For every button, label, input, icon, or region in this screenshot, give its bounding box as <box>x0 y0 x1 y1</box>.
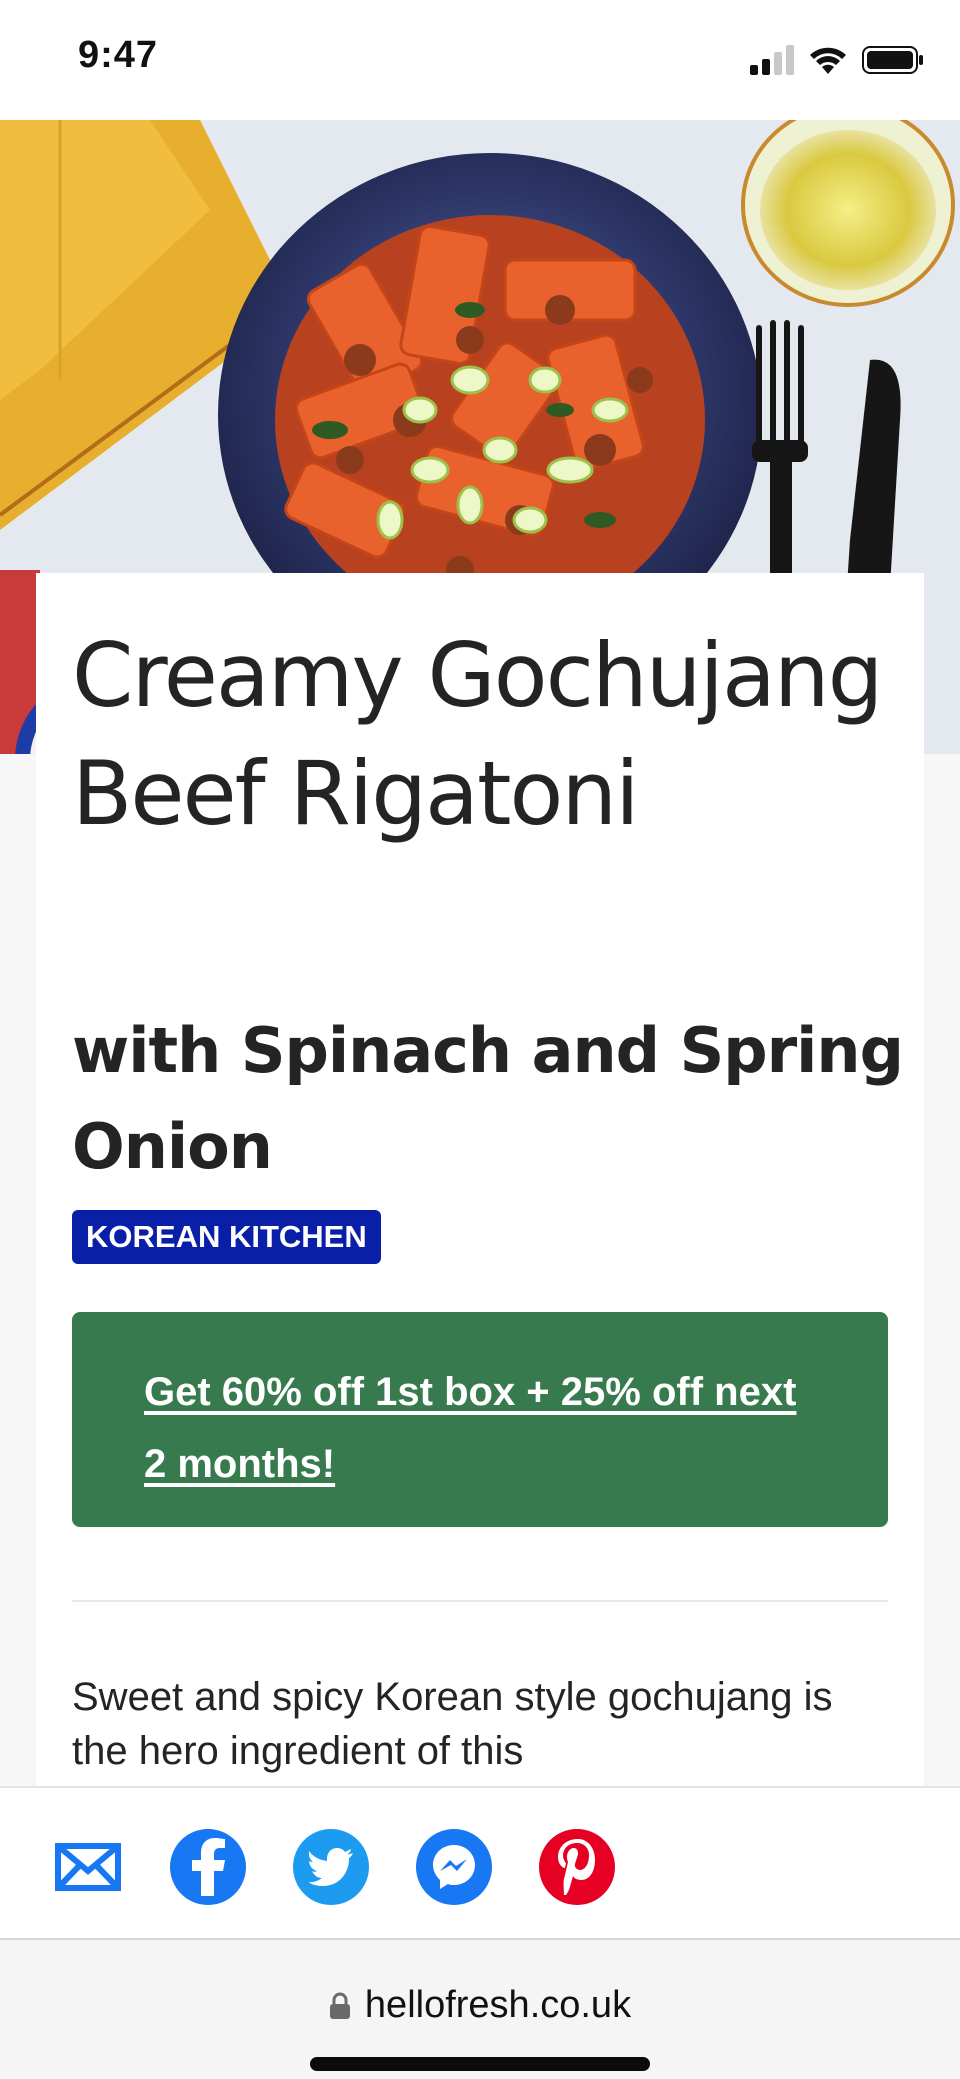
lock-icon <box>329 1992 350 2019</box>
email-share-button[interactable] <box>50 1829 126 1905</box>
messenger-share-button[interactable] <box>416 1829 492 1905</box>
recipe-title: Creamy Gochujang Beef Rigatoni <box>72 624 884 845</box>
messenger-icon <box>433 1845 475 1889</box>
pinterest-share-button[interactable] <box>539 1829 615 1905</box>
status-time: 9:47 <box>78 34 159 76</box>
wifi-icon <box>810 47 846 74</box>
battery-icon <box>862 46 923 74</box>
facebook-icon <box>192 1838 225 1896</box>
twitter-icon <box>309 1848 353 1886</box>
email-icon <box>55 1843 121 1891</box>
url-text: hellofresh.co.uk <box>364 1984 632 2026</box>
cuisine-tag[interactable]: KOREAN KITCHEN <box>72 1210 381 1264</box>
home-indicator[interactable] <box>310 2057 650 2071</box>
recipe-subtitle: with Spinach and Spring Onion <box>72 1014 904 1183</box>
recipe-description: Sweet and spicy Korean style gochujang i… <box>72 1675 833 1773</box>
url-display[interactable]: hellofresh.co.uk <box>0 1984 960 2027</box>
recipe-card: Creamy Gochujang Beef Rigatoni with Spin… <box>36 573 924 1787</box>
twitter-share-button[interactable] <box>293 1829 369 1905</box>
share-bar <box>0 1786 960 1938</box>
cellular-signal-icon <box>750 45 794 75</box>
status-icons <box>750 40 924 80</box>
promo-link[interactable]: Get 60% off 1st box + 25% off next 2 mon… <box>144 1370 796 1486</box>
browser-address-bar: hellofresh.co.uk <box>0 1938 960 2079</box>
promo-banner[interactable]: Get 60% off 1st box + 25% off next 2 mon… <box>72 1312 888 1527</box>
status-bar: 9:47 <box>0 0 960 120</box>
divider <box>72 1600 888 1602</box>
facebook-share-button[interactable] <box>170 1829 246 1905</box>
pinterest-icon <box>558 1839 595 1895</box>
